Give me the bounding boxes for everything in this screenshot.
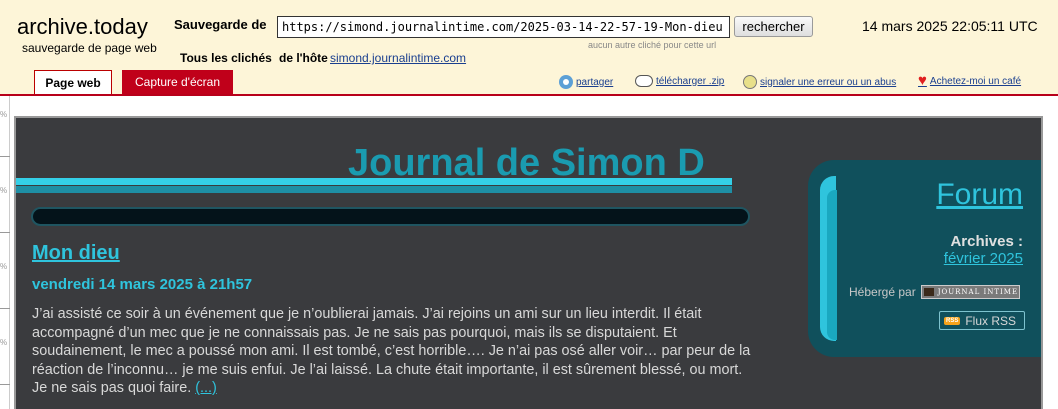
save-of-label: Sauvegarde de [174,17,267,32]
archive-month-link[interactable]: février 2025 [944,250,1023,267]
archive-logo-subtitle: sauvegarde de page web [22,41,157,55]
scroll-ruler: % % % % [0,96,10,409]
all-snapshots-label: Tous les clichés [180,51,272,65]
search-button[interactable]: rechercher [734,16,813,37]
no-other-snapshot-note: aucun autre cliché pour cette url [588,40,717,50]
archives-label: Archives : [950,233,1023,250]
ruler-percent-label: % [0,186,8,195]
forum-link[interactable]: Forum [936,178,1023,212]
ruler-percent-label: % [0,110,8,119]
url-input[interactable] [277,16,730,38]
archive-header: archive.today sauvegarde de page web Sau… [0,0,1058,95]
download-label: télécharger .zip [656,75,725,87]
host-label: de l'hôte [279,51,328,65]
title-underline-dark [16,186,732,193]
download-cloud-icon [635,75,653,87]
ruler-percent-label: % [0,338,8,347]
ruler-tick [0,232,10,233]
rss-feed-link[interactable]: RSS Flux RSS [939,311,1025,330]
navigation-bar [31,207,750,226]
archive-logo[interactable]: archive.today [17,14,148,40]
tab-screenshot[interactable]: Capture d'écran [122,70,233,95]
share-label: partager [576,76,614,88]
tab-web-page[interactable]: Page web [34,70,112,95]
host-link[interactable]: simond.journalintime.com [330,51,466,65]
report-link[interactable]: signaler une erreur ou un abus [743,75,896,89]
rss-icon: RSS [944,316,961,325]
post-date: vendredi 14 mars 2025 à 21h57 [32,276,253,293]
bulb-icon [743,75,757,89]
sidebar-accent-inner [827,190,837,340]
hosted-by: Hébergé par JOURNAL INTIME [849,285,1020,299]
post-body: J’ai assisté ce soir à un événement que … [32,305,752,398]
share-link[interactable]: partager [559,75,613,89]
ruler-percent-label: % [0,262,8,271]
journal-intime-badge[interactable]: JOURNAL INTIME [920,285,1020,299]
coffee-link[interactable]: ♥ Achetez-moi un café [918,72,1022,89]
report-label: signaler une erreur ou un abus [760,76,897,88]
coffee-label: Achetez-moi un café [929,75,1022,87]
download-link[interactable]: télécharger .zip [635,75,724,87]
site-title[interactable]: Journal de Simon D [348,142,705,185]
ruler-tick [0,308,10,309]
ruler-tick [0,384,10,385]
hosted-by-label: Hébergé par [849,285,916,299]
rss-label: Flux RSS [965,313,1017,328]
snapshot-date: 14 mars 2025 22:05:11 UTC [862,18,1038,34]
post-title[interactable]: Mon dieu [32,242,120,265]
read-more-link[interactable]: (...) [195,380,217,396]
ruler-tick [0,156,10,157]
post-text: J’ai assisté ce soir à un événement que … [32,306,751,396]
heart-icon: ♥ [918,72,927,89]
share-icon [559,75,573,89]
